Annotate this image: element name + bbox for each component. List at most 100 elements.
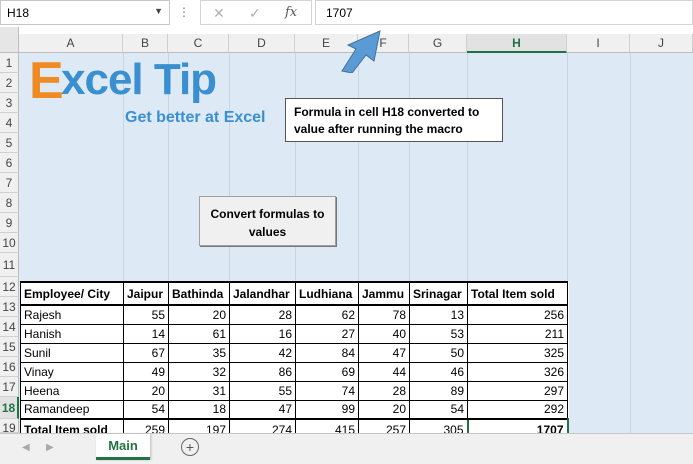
row-header-16[interactable]: 16 (0, 357, 19, 377)
employee-cell[interactable]: Heena (20, 380, 124, 401)
sheet-cells[interactable]: E xcel Tip Get better at Excel Formula i… (19, 52, 693, 433)
selected-cell-h18[interactable]: 1707 (466, 418, 569, 433)
row-header-10[interactable]: 10 (0, 233, 19, 253)
value-cell[interactable]: 28 (229, 304, 296, 325)
header-cell[interactable]: Jammu (358, 281, 410, 306)
total-cell[interactable]: 256 (467, 304, 568, 325)
formula-input[interactable]: 1707 (315, 0, 693, 25)
value-cell[interactable]: 47 (358, 342, 410, 363)
row-header-9[interactable]: 9 (0, 213, 19, 233)
value-cell[interactable]: 55 (229, 380, 296, 401)
header-cell[interactable]: Srinagar (409, 281, 468, 306)
total-cell[interactable]: 326 (467, 361, 568, 382)
value-cell[interactable]: 16 (229, 323, 296, 344)
value-cell[interactable]: 50 (409, 342, 468, 363)
column-header-i[interactable]: I (567, 34, 630, 53)
total-cell[interactable]: 211 (467, 323, 568, 344)
row-header-18[interactable]: 18 (0, 397, 19, 419)
value-cell[interactable]: 54 (409, 399, 468, 420)
row-header-14[interactable]: 14 (0, 317, 19, 337)
value-cell[interactable]: 14 (123, 323, 169, 344)
row-header-2[interactable]: 2 (0, 73, 19, 93)
header-cell[interactable]: Ludhiana (295, 281, 359, 306)
employee-cell[interactable]: Hanish (20, 323, 124, 344)
more-options-icon[interactable]: ⋮ (178, 5, 190, 19)
row-header-1[interactable]: 1 (0, 53, 19, 73)
row-header-13[interactable]: 13 (0, 297, 19, 317)
value-cell[interactable]: 31 (168, 380, 230, 401)
header-cell[interactable]: Total Item sold (467, 281, 568, 306)
value-cell[interactable]: 20 (358, 399, 410, 420)
row-header-4[interactable]: 4 (0, 113, 19, 133)
value-cell[interactable]: 78 (358, 304, 410, 325)
cancel-icon[interactable]: ✕ (213, 5, 225, 22)
value-cell[interactable]: 99 (295, 399, 359, 420)
total-cell[interactable]: 297 (467, 380, 568, 401)
value-cell[interactable]: 274 (229, 418, 296, 433)
value-cell[interactable]: 46 (409, 361, 468, 382)
row-header-5[interactable]: 5 (0, 133, 19, 153)
row-header-11[interactable]: 11 (0, 253, 19, 277)
value-cell[interactable]: 27 (295, 323, 359, 344)
row-header-12[interactable]: 12 (0, 277, 19, 297)
total-label-cell[interactable]: Total Item sold (20, 418, 124, 433)
value-cell[interactable]: 61 (168, 323, 230, 344)
convert-formulas-button[interactable]: Convert formulas to values (199, 196, 336, 246)
chevron-down-icon[interactable]: ▼ (154, 6, 163, 16)
row-header-7[interactable]: 7 (0, 173, 19, 193)
value-cell[interactable]: 69 (295, 361, 359, 382)
value-cell[interactable]: 32 (168, 361, 230, 382)
header-cell[interactable]: Bathinda (168, 281, 230, 306)
column-header-j[interactable]: J (630, 34, 693, 53)
value-cell[interactable]: 74 (295, 380, 359, 401)
employee-cell[interactable]: Sunil (20, 342, 124, 363)
value-cell[interactable]: 54 (123, 399, 169, 420)
value-cell[interactable]: 305 (409, 418, 468, 433)
value-cell[interactable]: 86 (229, 361, 296, 382)
plus-circle-icon[interactable]: + (181, 438, 199, 456)
row-header-8[interactable]: 8 (0, 193, 19, 213)
value-cell[interactable]: 84 (295, 342, 359, 363)
value-cell[interactable]: 55 (123, 304, 169, 325)
enter-check-icon[interactable]: ✓ (249, 5, 261, 22)
scroll-right-icon[interactable]: ▶ (46, 442, 54, 453)
value-cell[interactable]: 49 (123, 361, 169, 382)
name-box[interactable]: H18 ▼ (0, 0, 170, 25)
column-header-g[interactable]: G (409, 34, 467, 53)
select-all-corner[interactable] (0, 27, 19, 53)
row-header-15[interactable]: 15 (0, 337, 19, 357)
column-header-d[interactable]: D (229, 34, 295, 53)
total-cell[interactable]: 292 (467, 399, 568, 420)
tab-main[interactable]: Main (96, 434, 150, 460)
value-cell[interactable]: 42 (229, 342, 296, 363)
value-cell[interactable]: 259 (123, 418, 169, 433)
header-cell[interactable]: Jalandhar (229, 281, 296, 306)
value-cell[interactable]: 35 (168, 342, 230, 363)
value-cell[interactable]: 20 (123, 380, 169, 401)
value-cell[interactable]: 18 (168, 399, 230, 420)
employee-cell[interactable]: Rajesh (20, 304, 124, 325)
value-cell[interactable]: 67 (123, 342, 169, 363)
value-cell[interactable]: 53 (409, 323, 468, 344)
row-header-3[interactable]: 3 (0, 93, 19, 113)
column-header-h[interactable]: H (467, 34, 567, 53)
value-cell[interactable]: 89 (409, 380, 468, 401)
value-cell[interactable]: 20 (168, 304, 230, 325)
value-cell[interactable]: 28 (358, 380, 410, 401)
value-cell[interactable]: 47 (229, 399, 296, 420)
column-header-c[interactable]: C (168, 34, 229, 53)
column-header-b[interactable]: B (123, 34, 168, 53)
total-cell[interactable]: 325 (467, 342, 568, 363)
value-cell[interactable]: 13 (409, 304, 468, 325)
row-header-17[interactable]: 17 (0, 377, 19, 397)
value-cell[interactable]: 40 (358, 323, 410, 344)
value-cell[interactable]: 415 (295, 418, 359, 433)
value-cell[interactable]: 257 (358, 418, 410, 433)
insert-function-icon[interactable]: fx (285, 5, 297, 20)
header-cell[interactable]: Jaipur (123, 281, 169, 306)
value-cell[interactable]: 44 (358, 361, 410, 382)
row-header-6[interactable]: 6 (0, 153, 19, 173)
value-cell[interactable]: 197 (168, 418, 230, 433)
value-cell[interactable]: 62 (295, 304, 359, 325)
header-cell[interactable]: Employee/ City (20, 281, 124, 306)
